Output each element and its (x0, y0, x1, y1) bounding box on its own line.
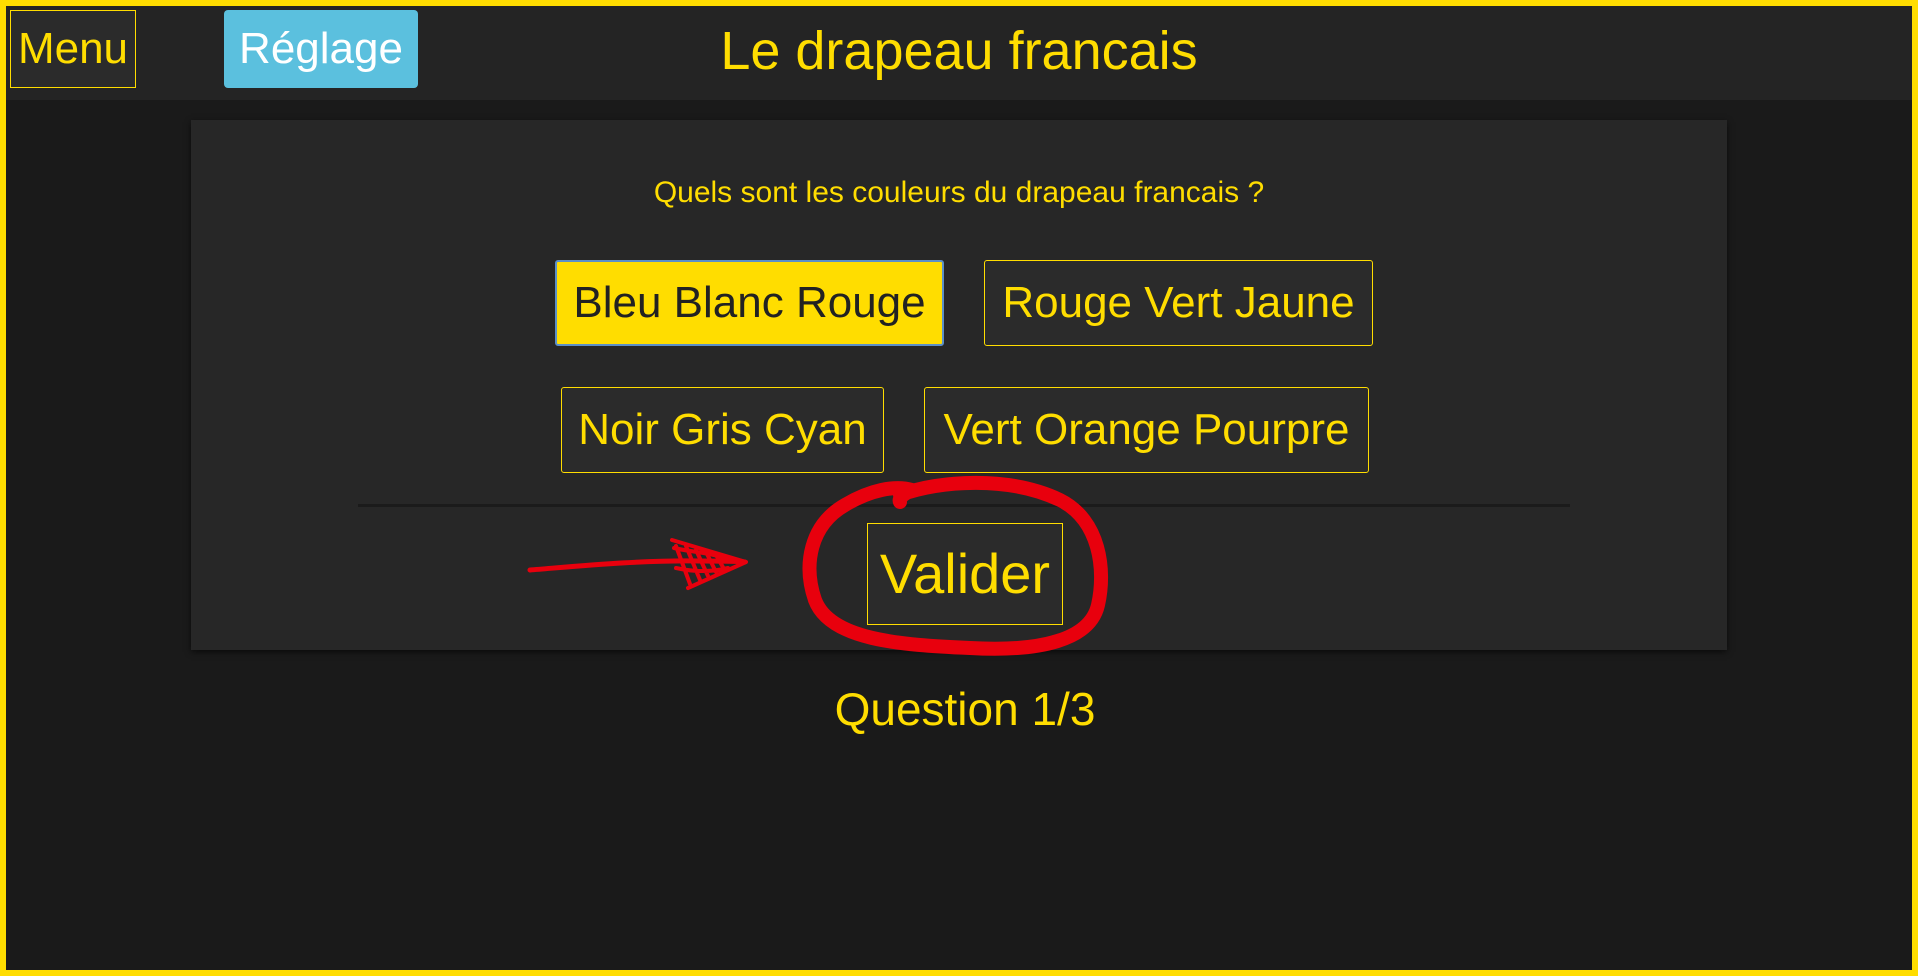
divider (358, 504, 1570, 507)
answer-option-rouge-vert-jaune[interactable]: Rouge Vert Jaune (984, 260, 1373, 346)
question-text: Quels sont les couleurs du drapeau franc… (653, 176, 1265, 209)
settings-button[interactable]: Réglage (224, 10, 418, 88)
question-counter: Question 1/3 (834, 683, 1096, 735)
menu-button[interactable]: Menu (10, 10, 136, 88)
answer-option-vert-orange-pourpre[interactable]: Vert Orange Pourpre (924, 387, 1369, 473)
validate-button[interactable]: Valider (867, 523, 1063, 625)
answer-option-bleu-blanc-rouge[interactable]: Bleu Blanc Rouge (555, 260, 944, 346)
question-card: Quels sont les couleurs du drapeau franc… (191, 120, 1727, 650)
app-frame: Le drapeau francais Menu Réglage Quels s… (0, 0, 1918, 976)
answer-option-noir-gris-cyan[interactable]: Noir Gris Cyan (561, 387, 884, 473)
top-bar: Le drapeau francais Menu Réglage (6, 6, 1912, 100)
